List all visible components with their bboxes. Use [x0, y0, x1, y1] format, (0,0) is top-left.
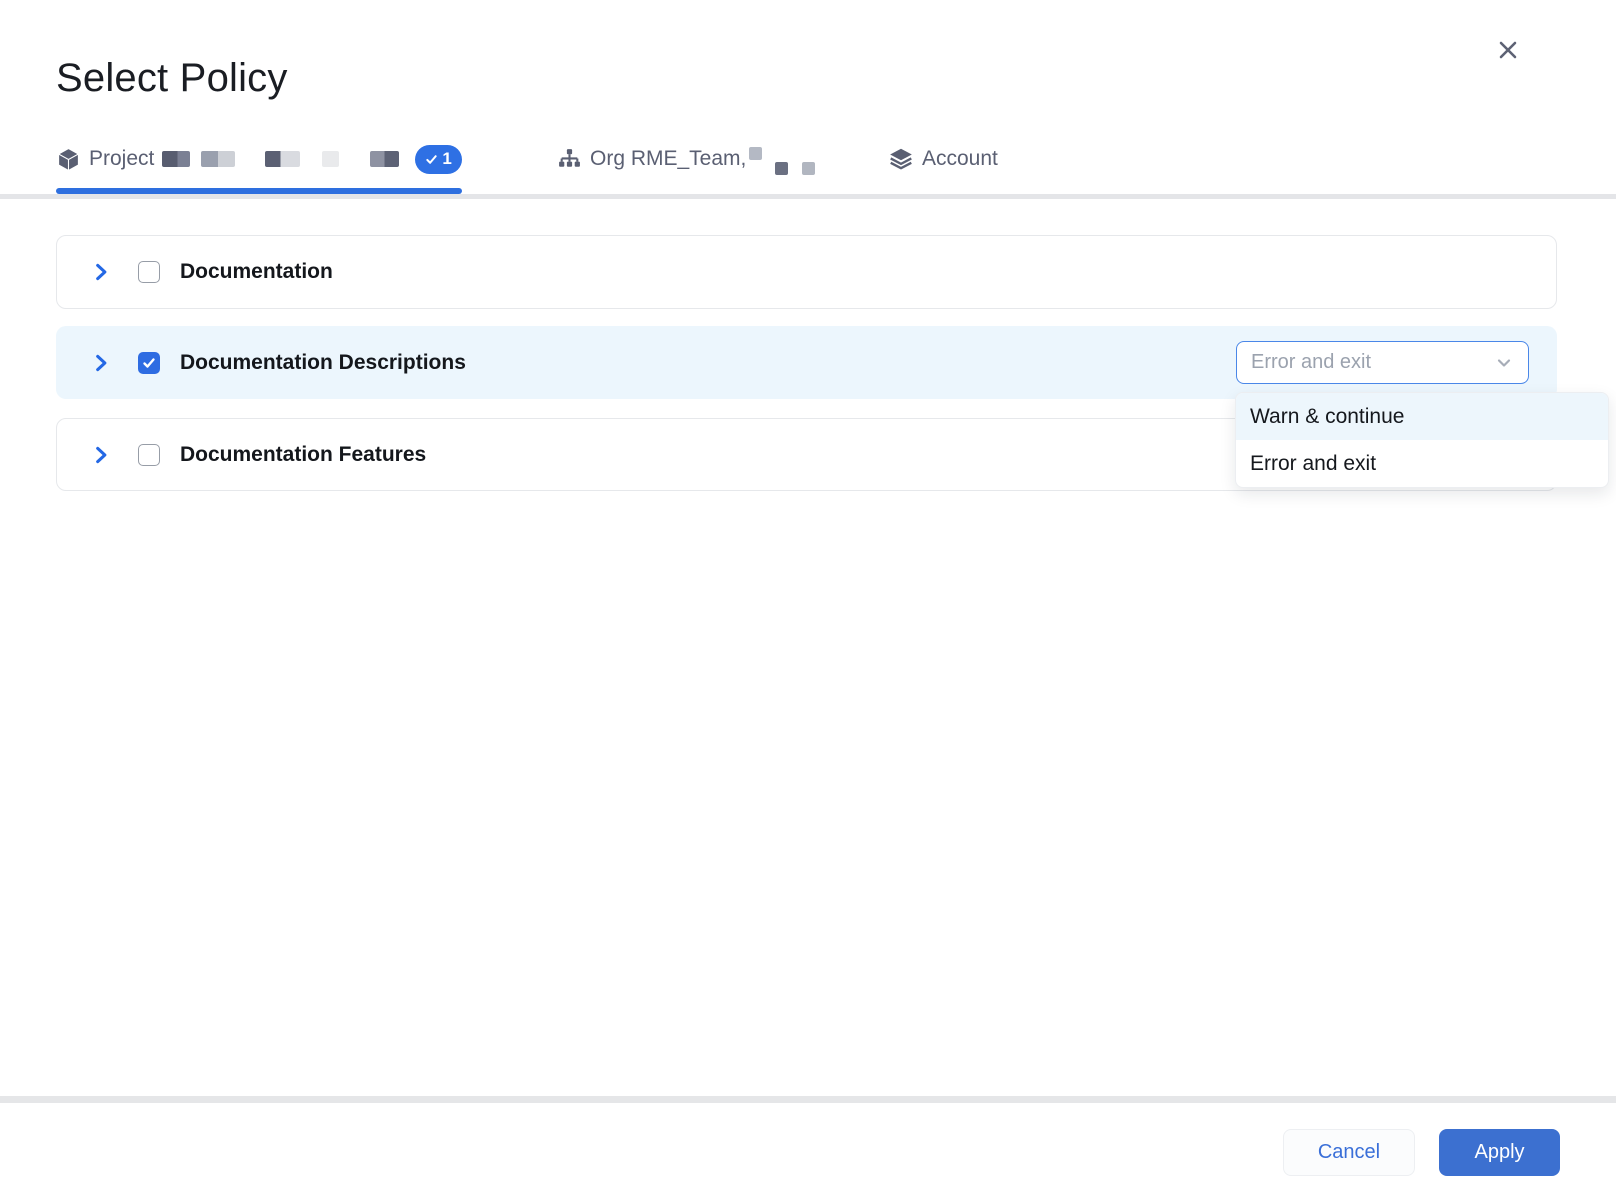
- tab-org[interactable]: Org RME_Team,: [557, 140, 815, 178]
- page-title: Select Policy: [56, 56, 288, 101]
- redacted-text: [775, 162, 788, 175]
- org-chart-icon: [557, 147, 582, 172]
- redacted-text: [265, 151, 300, 167]
- redacted-text: [370, 151, 399, 167]
- chevron-down-icon: [1494, 353, 1514, 373]
- footer-divider: [0, 1096, 1616, 1103]
- tab-account-label: Account: [922, 147, 998, 171]
- cancel-button[interactable]: Cancel: [1283, 1129, 1415, 1176]
- option-error-exit[interactable]: Error and exit: [1236, 440, 1608, 487]
- select-value: Error and exit: [1251, 351, 1371, 374]
- redacted-text: [749, 147, 762, 160]
- cube-icon: [56, 147, 81, 172]
- select-dropdown-menu: Warn & continue Error and exit: [1235, 392, 1609, 488]
- option-warn-continue[interactable]: Warn & continue: [1236, 393, 1608, 440]
- apply-button[interactable]: Apply: [1439, 1129, 1560, 1176]
- check-icon: [425, 153, 438, 166]
- redacted-text: [802, 162, 815, 175]
- tab-bar-divider: [0, 194, 1616, 199]
- checkbox-documentation-descriptions[interactable]: [138, 352, 160, 374]
- checkbox-documentation[interactable]: [138, 261, 160, 283]
- close-button[interactable]: [1492, 34, 1524, 66]
- policy-label: Documentation Features: [180, 443, 426, 467]
- policy-row-documentation-descriptions[interactable]: Documentation Descriptions Error and exi…: [56, 326, 1557, 399]
- close-icon: [1495, 37, 1521, 63]
- selected-count-badge: 1: [415, 145, 461, 174]
- checkbox-documentation-features[interactable]: [138, 444, 160, 466]
- redacted-text: [162, 151, 190, 167]
- tab-account[interactable]: Account: [888, 140, 998, 178]
- layers-icon: [888, 146, 914, 172]
- chevron-right-icon[interactable]: [90, 444, 112, 466]
- tab-org-label: Org RME_Team,: [590, 147, 746, 171]
- policy-label: Documentation: [180, 260, 333, 284]
- tab-project[interactable]: Project 1: [56, 140, 462, 178]
- select-policy-modal: Select Policy Project 1: [0, 0, 1616, 1198]
- redacted-text: [322, 151, 339, 167]
- chevron-right-icon[interactable]: [90, 352, 112, 374]
- policy-action-select[interactable]: Error and exit: [1236, 341, 1529, 384]
- redacted-text: [201, 151, 235, 167]
- policy-label: Documentation Descriptions: [180, 351, 466, 375]
- chevron-right-icon[interactable]: [90, 261, 112, 283]
- tab-project-label: Project: [89, 147, 154, 171]
- policy-row-documentation[interactable]: Documentation: [56, 235, 1557, 309]
- badge-count: 1: [442, 149, 451, 169]
